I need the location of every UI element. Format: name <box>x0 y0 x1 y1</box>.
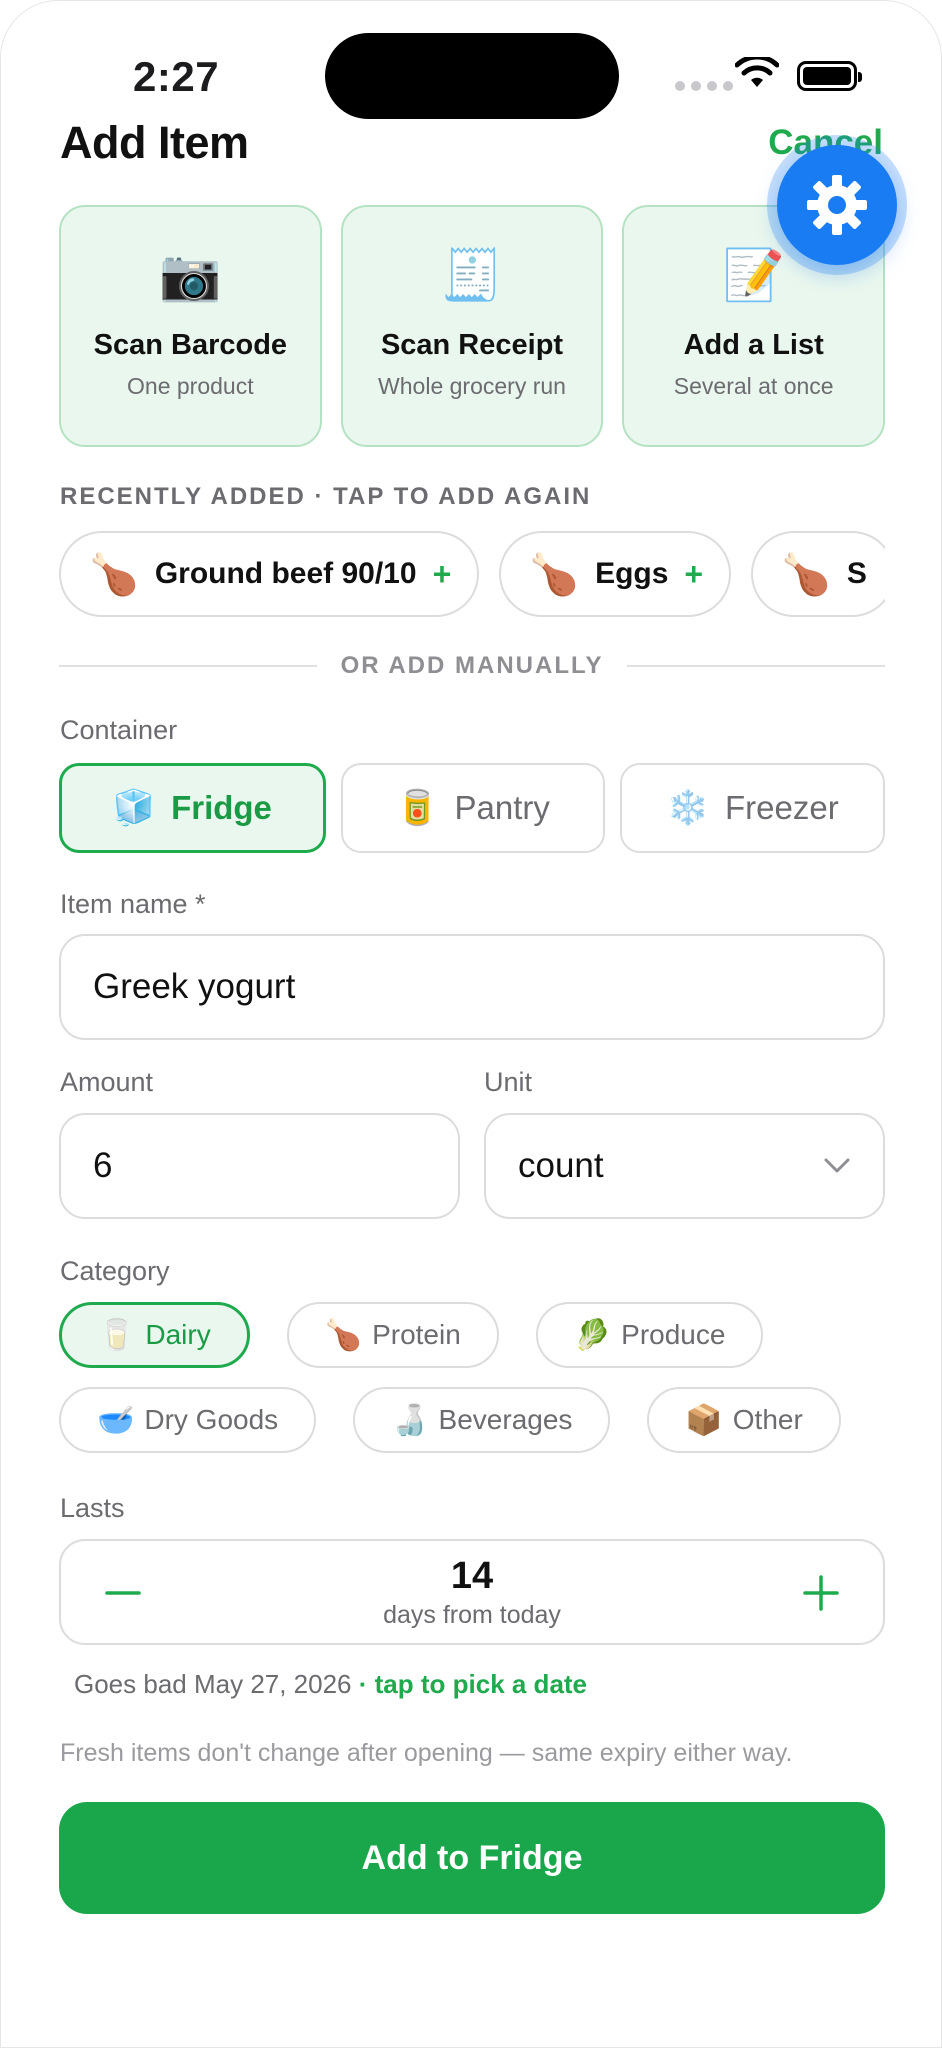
days-value: 14 <box>450 1555 494 1597</box>
camera-icon: 📷 <box>159 247 222 303</box>
card-subtitle: Whole grocery run <box>378 373 566 399</box>
status-time: 2:27 <box>133 53 220 100</box>
category-label-text: Protein <box>372 1319 461 1350</box>
category-beverages[interactable]: 🍶 Beverages <box>353 1387 611 1453</box>
category-chips-row-2: 🥣 Dry Goods 🍶 Beverages 📦 Other <box>59 1387 885 1453</box>
gear-icon <box>807 175 867 235</box>
card-title: Scan Receipt <box>380 329 564 361</box>
container-selector: 🧊 Fridge 🥫 Pantry ❄️ Freezer <box>59 763 886 853</box>
recent-chip[interactable]: 🍗 Ground beef 90/10 + <box>59 531 480 617</box>
recent-chip[interactable]: 🍗 Eggs + <box>499 531 732 617</box>
bowl-icon: 🥣 <box>97 1403 135 1437</box>
unit-select[interactable]: count <box>484 1113 885 1219</box>
category-label-text: Beverages <box>438 1404 573 1435</box>
divider-line <box>59 665 317 667</box>
amount-label: Amount <box>60 1067 154 1097</box>
unit-label: Unit <box>484 1067 533 1097</box>
plus-button[interactable] <box>799 1571 843 1615</box>
plus-icon: + <box>432 555 452 592</box>
category-protein[interactable]: 🍗 Protein <box>286 1302 499 1368</box>
item-name-value: Greek yogurt <box>93 967 296 1006</box>
recent-items: 🍗 Ground beef 90/10 + 🍗 Eggs + 🍗 S <box>59 531 885 619</box>
container-label: Container <box>60 715 178 745</box>
divider-label: OR ADD MANUALLY <box>340 652 604 679</box>
recent-chip-label: S <box>846 557 867 590</box>
leafy-green-icon: 🥬 <box>573 1318 612 1352</box>
container-freezer[interactable]: ❄️ Freezer <box>620 763 886 853</box>
container-option-label: Pantry <box>454 789 550 826</box>
category-label-text: Other <box>732 1404 803 1435</box>
dynamic-island <box>325 33 619 119</box>
scan-receipt-card[interactable]: 🧾 Scan Receipt Whole grocery run <box>340 205 604 447</box>
drumstick-icon: 🍗 <box>781 552 831 597</box>
drumstick-icon: 🍗 <box>89 552 139 597</box>
container-pantry[interactable]: 🥫 Pantry <box>340 763 606 853</box>
app-screen: 2:27 Add Item Cancel 📷 Scan Barcode One … <box>0 0 942 2048</box>
category-other[interactable]: 📦 Other <box>647 1387 841 1453</box>
expiry-date: Goes bad May 27, 2026 <box>74 1669 352 1699</box>
container-option-label: Fridge <box>171 789 272 826</box>
milk-glass-icon: 🥛 <box>98 1318 136 1352</box>
card-subtitle: One product <box>127 373 254 399</box>
canned-food-icon: 🥫 <box>396 789 439 827</box>
quick-actions: 📷 Scan Barcode One product 🧾 Scan Receip… <box>59 205 886 447</box>
chevron-down-icon <box>824 1158 850 1173</box>
amount-value: 6 <box>93 1146 113 1185</box>
category-chips-row-1: 🥛 Dairy 🍗 Protein 🥬 Produce <box>59 1302 885 1368</box>
settings-button[interactable] <box>777 145 897 265</box>
scan-barcode-card[interactable]: 📷 Scan Barcode One product <box>59 205 322 447</box>
category-label-text: Dairy <box>145 1319 211 1350</box>
category-label-text: Produce <box>621 1319 726 1350</box>
category-label-text: Dry Goods <box>144 1404 279 1435</box>
container-option-label: Freezer <box>725 789 839 826</box>
wifi-icon <box>735 57 779 87</box>
divider-line <box>627 665 886 667</box>
card-title: Scan Barcode <box>93 329 288 361</box>
recent-chip-label: Ground beef 90/10 <box>154 557 417 590</box>
item-name-input[interactable]: Greek yogurt <box>59 934 885 1040</box>
bottle-icon: 🍶 <box>391 1403 429 1437</box>
recent-chip-label: Eggs <box>595 557 669 590</box>
recent-section-label: RECENTLY ADDED · TAP TO ADD AGAIN <box>60 483 592 510</box>
expiry-text: Goes bad May 27, 2026 · tap to pick a da… <box>74 1669 587 1700</box>
unit-value: count <box>518 1146 604 1185</box>
lasts-stepper: 14 days from today <box>59 1539 885 1645</box>
battery-icon <box>797 61 862 91</box>
cellular-signal-icon <box>675 81 733 91</box>
manual-divider: OR ADD MANUALLY <box>59 652 886 680</box>
lasts-label: Lasts <box>60 1493 125 1523</box>
container-fridge[interactable]: 🧊 Fridge <box>59 763 326 853</box>
freshness-note: Fresh items don't change after opening —… <box>60 1739 793 1767</box>
days-caption: days from today <box>383 1601 561 1629</box>
ice-cube-icon: 🧊 <box>112 789 156 827</box>
memo-icon: 📝 <box>722 247 785 303</box>
amount-input[interactable]: 6 <box>59 1113 460 1219</box>
category-label: Category <box>60 1256 170 1286</box>
category-dry-goods[interactable]: 🥣 Dry Goods <box>59 1387 317 1453</box>
category-produce[interactable]: 🥬 Produce <box>535 1302 764 1368</box>
drumstick-icon: 🍗 <box>529 552 580 597</box>
category-dairy[interactable]: 🥛 Dairy <box>59 1302 250 1368</box>
snowflake-icon: ❄️ <box>666 789 709 827</box>
page-title: Add Item <box>60 117 249 168</box>
card-title: Add a List <box>683 329 824 361</box>
plus-icon: + <box>684 555 704 592</box>
package-icon: 📦 <box>685 1403 723 1437</box>
add-to-fridge-button[interactable]: Add to Fridge <box>59 1802 885 1914</box>
recent-chip[interactable]: 🍗 S <box>751 531 885 617</box>
drumstick-icon: 🍗 <box>324 1318 363 1352</box>
card-subtitle: Several at once <box>673 373 834 399</box>
receipt-icon: 🧾 <box>440 247 504 303</box>
pick-date-link[interactable]: · tap to pick a date <box>352 1669 587 1699</box>
item-name-label: Item name * <box>60 889 206 919</box>
